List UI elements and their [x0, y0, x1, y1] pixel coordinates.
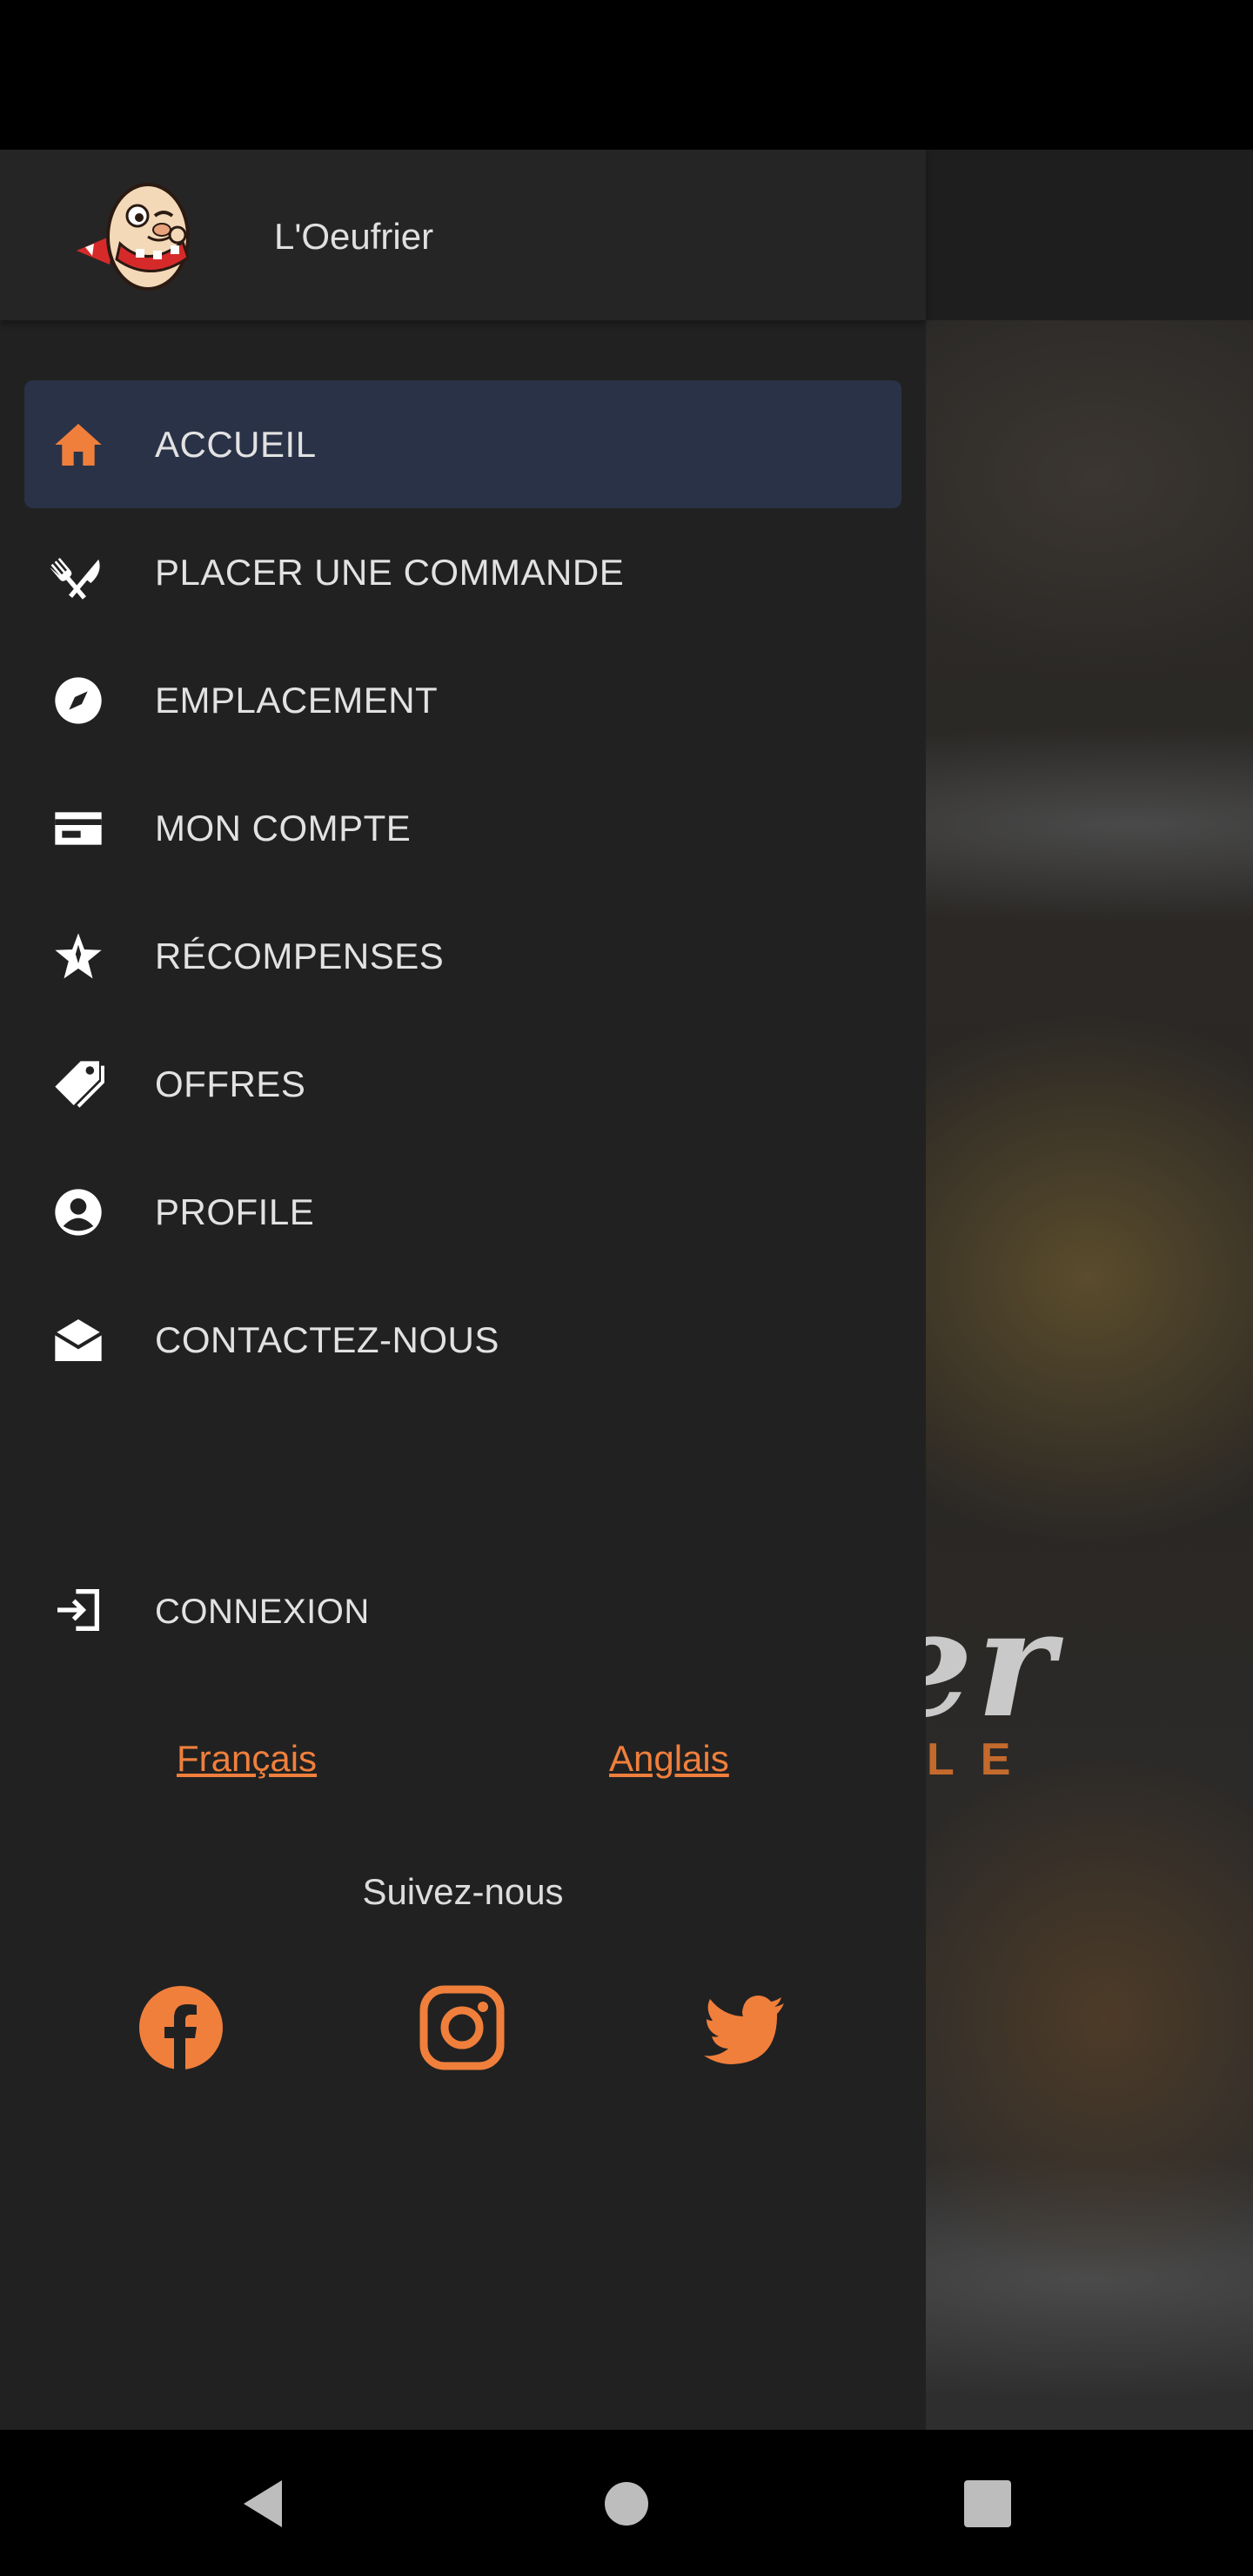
- menu-item-label: RÉCOMPENSES: [155, 935, 445, 976]
- user-circle-icon: [50, 1184, 106, 1240]
- drawer-menu: ACCUEIL PLACER UNE COMMANDE EMPLACEMENT …: [24, 380, 901, 1404]
- card-icon: [50, 801, 106, 856]
- menu-item-placer-une-commande[interactable]: PLACER UNE COMMANDE: [24, 508, 901, 636]
- recent-apps-icon[interactable]: [957, 2473, 1018, 2534]
- language-english-link[interactable]: Anglais: [609, 1738, 729, 1780]
- menu-item-label: PROFILE: [155, 1191, 315, 1232]
- follow-us-heading: Suivez-nous: [362, 1871, 564, 1912]
- menu-item-emplacement[interactable]: EMPLACEMENT: [24, 636, 901, 764]
- menu-item-label: ACCUEIL: [155, 423, 317, 465]
- menu-item-label: OFFRES: [155, 1063, 306, 1104]
- instagram-icon[interactable]: [419, 1984, 506, 2071]
- navigation-drawer: L'Oeufrier ACCUEIL PLACER UNE COMMANDE E…: [0, 150, 926, 2430]
- status-bar: [0, 0, 1253, 150]
- home-circle-icon[interactable]: [596, 2473, 657, 2534]
- system-navigation-bar: [0, 2430, 1253, 2576]
- language-french-link[interactable]: Français: [177, 1738, 317, 1780]
- menu-item-accueil[interactable]: ACCUEIL: [24, 380, 901, 508]
- menu-item-label: PLACER UNE COMMANDE: [155, 551, 625, 593]
- app-name: L'Oeufrier: [274, 216, 434, 257]
- tags-icon: [50, 1057, 106, 1112]
- menu-item-connexion[interactable]: CONNEXION: [24, 1558, 901, 1662]
- menu-item-label: MON COMPTE: [155, 807, 412, 849]
- connexion-label: CONNEXION: [155, 1593, 370, 1631]
- menu-item-recompenses[interactable]: RÉCOMPENSES: [24, 892, 901, 1020]
- sign-in-icon: [50, 1582, 106, 1638]
- menu-item-offres[interactable]: OFFRES: [24, 1020, 901, 1148]
- menu-item-label: EMPLACEMENT: [155, 679, 439, 721]
- menu-item-label: CONTACTEZ-NOUS: [155, 1318, 499, 1360]
- menu-item-contactez-nous[interactable]: CONTACTEZ-NOUS: [24, 1276, 901, 1404]
- home-icon: [50, 417, 106, 473]
- compass-icon: [50, 673, 106, 728]
- facebook-icon[interactable]: [137, 1984, 224, 2071]
- menu-item-mon-compte[interactable]: MON COMPTE: [24, 764, 901, 892]
- background-logo-subtext: LE: [927, 1734, 1037, 1785]
- envelope-open-icon: [50, 1312, 106, 1368]
- twitter-icon[interactable]: [700, 1984, 787, 2071]
- star-icon: [50, 929, 106, 984]
- back-icon[interactable]: [233, 2473, 294, 2534]
- utensils-icon: [50, 545, 106, 600]
- egg-mascot-logo: [68, 174, 207, 296]
- menu-item-profile[interactable]: PROFILE: [24, 1148, 901, 1276]
- drawer-header: L'Oeufrier: [0, 150, 926, 320]
